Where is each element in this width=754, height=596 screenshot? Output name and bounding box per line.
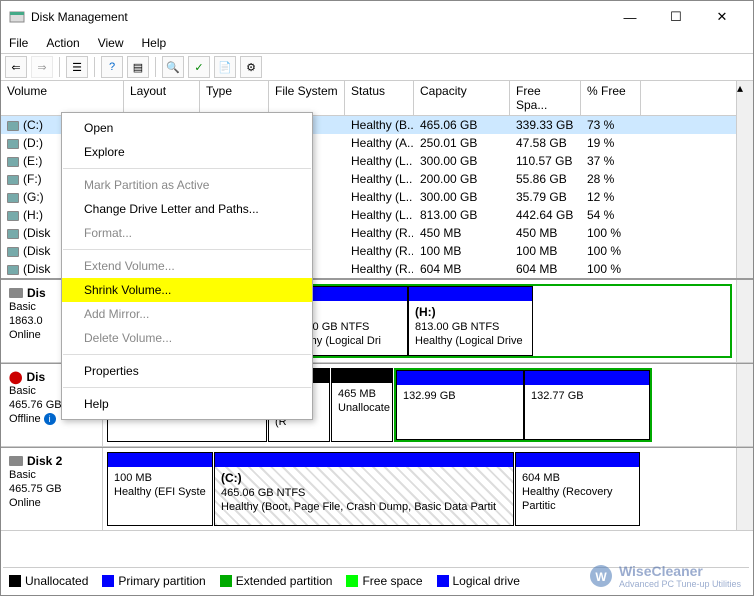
legend-item: Free space xyxy=(346,574,422,588)
menubar: File Action View Help xyxy=(1,33,753,53)
context-menu-item: Mark Partition as Active xyxy=(62,173,312,197)
menu-action[interactable]: Action xyxy=(46,36,79,50)
context-menu: OpenExplore Mark Partition as ActiveChang… xyxy=(61,112,313,420)
watermark: W WiseCleaner Advanced PC Tune-up Utilit… xyxy=(589,563,741,589)
scrollbar[interactable] xyxy=(736,364,753,446)
action-button[interactable]: ⚙ xyxy=(240,56,262,78)
partition[interactable]: 132.99 GB xyxy=(396,370,524,440)
scrollbar[interactable] xyxy=(736,448,753,530)
partition[interactable]: 100 MBHealthy (EFI Syste xyxy=(107,452,213,526)
partition[interactable]: 465 MBUnallocate xyxy=(331,368,393,442)
close-button[interactable]: ✕ xyxy=(699,2,745,32)
partition[interactable]: 132.77 GB xyxy=(524,370,650,440)
app-icon xyxy=(9,9,25,25)
col-freespace[interactable]: Free Spa... xyxy=(510,81,581,116)
back-button[interactable]: ⇐ xyxy=(5,56,27,78)
partition[interactable]: (H:)813.00 GB NTFSHealthy (Logical Drive xyxy=(408,286,533,356)
scrollbar[interactable] xyxy=(736,280,753,362)
col-capacity[interactable]: Capacity xyxy=(414,81,510,116)
col-status[interactable]: Status xyxy=(345,81,414,116)
toolbar: ⇐ ⇒ ☰ ? ▤ 🔍 ✓ 📄 ⚙ xyxy=(1,53,753,81)
menu-view[interactable]: View xyxy=(98,36,124,50)
partition[interactable]: 604 MBHealthy (Recovery Partitic xyxy=(515,452,640,526)
minimize-button[interactable]: — xyxy=(607,2,653,32)
context-menu-item[interactable]: Change Drive Letter and Paths... xyxy=(62,197,312,221)
legend: Unallocated Primary partition Extended par… xyxy=(3,567,749,593)
attach-button[interactable]: 📄 xyxy=(214,56,236,78)
context-menu-item[interactable]: Help xyxy=(62,392,312,416)
column-headers: Volume Layout Type File System Status Ca… xyxy=(1,81,753,116)
col-layout[interactable]: Layout xyxy=(124,81,200,116)
context-menu-item: Format... xyxy=(62,221,312,245)
menu-file[interactable]: File xyxy=(9,36,28,50)
query-button[interactable]: 🔍 xyxy=(162,56,184,78)
col-volume[interactable]: Volume xyxy=(1,81,124,116)
legend-item: Unallocated xyxy=(9,574,88,588)
check-button[interactable]: ✓ xyxy=(188,56,210,78)
col-type[interactable]: Type xyxy=(200,81,269,116)
col-pctfree[interactable]: % Free xyxy=(581,81,641,116)
legend-item: Primary partition xyxy=(102,574,205,588)
menu-help[interactable]: Help xyxy=(142,36,167,50)
maximize-button[interactable]: ☐ xyxy=(653,2,699,32)
col-filesystem[interactable]: File System xyxy=(269,81,345,116)
view-button[interactable]: ☰ xyxy=(66,56,88,78)
list-button[interactable]: ▤ xyxy=(127,56,149,78)
context-menu-item: Extend Volume... xyxy=(62,254,312,278)
context-menu-item: Delete Volume... xyxy=(62,326,312,350)
context-menu-item[interactable]: Explore xyxy=(62,140,312,164)
svg-text:W: W xyxy=(595,570,607,584)
context-menu-item[interactable]: Open xyxy=(62,116,312,140)
context-menu-item[interactable]: Properties xyxy=(62,359,312,383)
legend-item: Logical drive xyxy=(437,574,520,588)
forward-button[interactable]: ⇒ xyxy=(31,56,53,78)
titlebar: Disk Management — ☐ ✕ xyxy=(1,1,753,33)
window-controls: — ☐ ✕ xyxy=(607,2,745,32)
legend-item: Extended partition xyxy=(220,574,333,588)
context-menu-item[interactable]: Shrink Volume... xyxy=(62,278,312,302)
help-button[interactable]: ? xyxy=(101,56,123,78)
disk-row: Disk 2 Basic465.75 GB Online 100 MBHealt… xyxy=(1,447,753,531)
partition[interactable]: (C:)465.06 GB NTFSHealthy (Boot, Page Fi… xyxy=(214,452,514,526)
list-scrollbar[interactable]: ▴ xyxy=(736,81,753,116)
window-title: Disk Management xyxy=(31,10,128,24)
context-menu-item: Add Mirror... xyxy=(62,302,312,326)
